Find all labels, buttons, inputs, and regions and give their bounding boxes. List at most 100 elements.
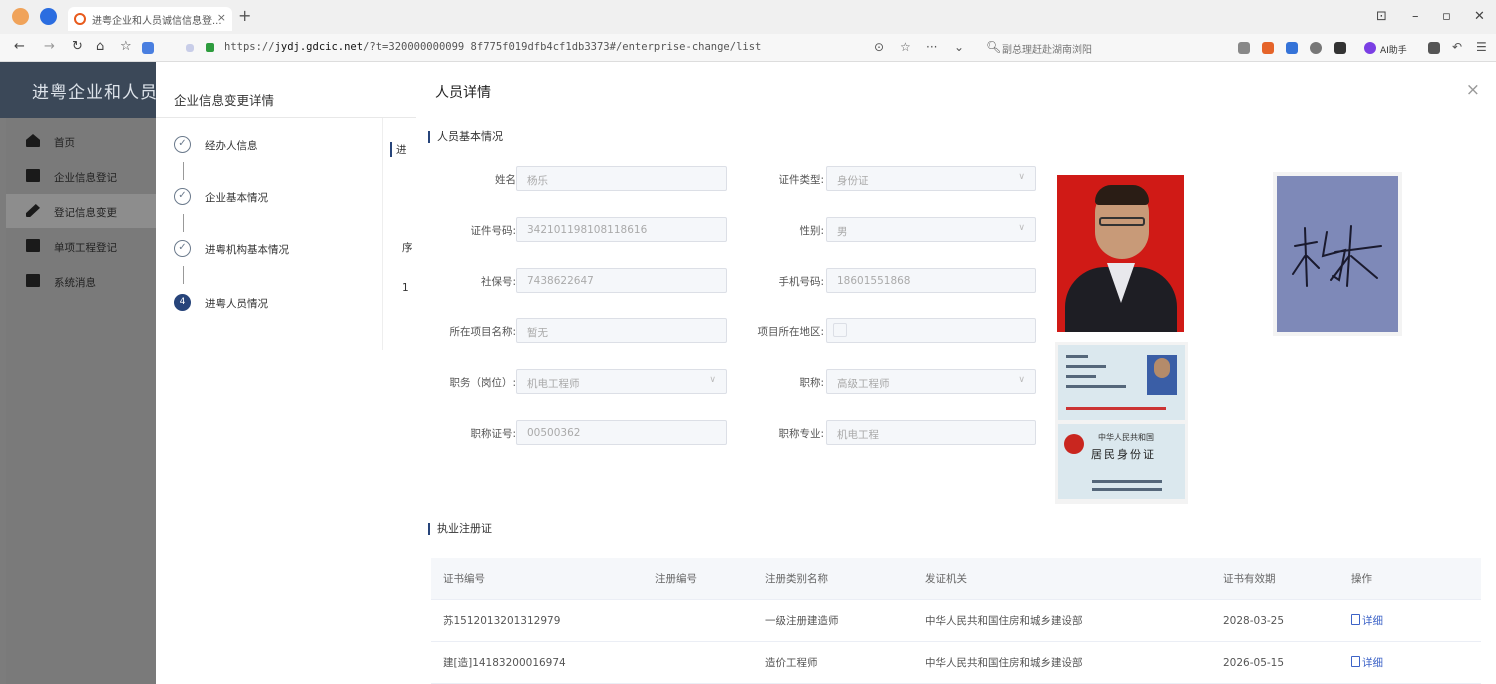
browser-logo-icon[interactable] bbox=[40, 8, 57, 25]
enterprise-change-dialog: 企业信息变更详情 ✓ 经办人信息 ✓ 企业基本情况 ✓ 进粤机构基本情况 4 进… bbox=[156, 62, 426, 684]
clipboard-icon bbox=[26, 239, 40, 252]
window-close-icon[interactable]: ✕ bbox=[1474, 9, 1485, 24]
sidebar-item-home[interactable]: 首页 bbox=[6, 124, 156, 158]
site-favicon-icon bbox=[74, 13, 86, 25]
cell-cert-number: 建[造]14183200016974 bbox=[443, 657, 566, 669]
step-check-icon: ✓ bbox=[174, 188, 191, 205]
id-number-field[interactable]: 342101198108118616 bbox=[516, 217, 727, 242]
ai-assistant-label[interactable]: AI助手 bbox=[1380, 43, 1407, 56]
sidebar-item-messages[interactable]: 系统消息 bbox=[6, 264, 156, 298]
title-value: 高级工程师 bbox=[837, 378, 890, 390]
extension-icon[interactable] bbox=[142, 42, 154, 54]
phone-field[interactable]: 18601551868 bbox=[826, 268, 1036, 293]
menu-icon[interactable]: ☰ bbox=[1476, 40, 1487, 54]
id-card-photo bbox=[1147, 355, 1177, 395]
signature-background bbox=[1277, 176, 1398, 332]
new-tab-button[interactable]: + bbox=[238, 6, 251, 25]
home-icon bbox=[26, 134, 40, 147]
reload-icon[interactable]: ↻ bbox=[72, 39, 83, 54]
major-field[interactable]: 机电工程 bbox=[826, 420, 1036, 445]
cell-reg-category: 造价工程师 bbox=[765, 657, 818, 669]
id-number-label: 证件号码: bbox=[470, 225, 516, 237]
table-header-row: 证书编号 注册编号 注册类别名称 发证机关 证书有效期 操作 bbox=[431, 558, 1481, 600]
browser-tab[interactable]: 进粤企业和人员诚信信息登... × bbox=[68, 7, 232, 31]
location-icon[interactable]: ⊙ bbox=[874, 40, 884, 54]
title-cert-field[interactable]: 00500362 bbox=[516, 420, 727, 445]
site-info-icon[interactable] bbox=[186, 44, 194, 52]
signature-image[interactable] bbox=[1273, 172, 1402, 336]
address-bar: ← → ↻ ⌂ ☆ https://jydj.gdcic.net/?t=3200… bbox=[0, 34, 1496, 62]
step-check-icon: ✓ bbox=[174, 136, 191, 153]
chevron-down-icon: ∨ bbox=[1018, 223, 1025, 233]
minimize-icon[interactable]: – bbox=[1412, 9, 1419, 24]
region-checkbox[interactable] bbox=[833, 323, 847, 337]
forward-icon[interactable]: → bbox=[44, 39, 55, 54]
project-name-field[interactable]: 暂无 bbox=[516, 318, 727, 343]
project-region-field[interactable] bbox=[826, 318, 1036, 343]
favorite-icon[interactable]: ☆ bbox=[900, 40, 911, 54]
gender-select[interactable]: 男 ∨ bbox=[826, 217, 1036, 242]
sidebar-item-project-register[interactable]: 单项工程登记 bbox=[6, 229, 156, 263]
cell-validity: 2028-03-25 bbox=[1223, 615, 1285, 627]
chevron-down-icon: ∨ bbox=[709, 375, 716, 385]
col-issuer: 发证机关 bbox=[925, 573, 967, 585]
chevron-down-icon: ∨ bbox=[1018, 172, 1025, 182]
step-label: 经办人信息 bbox=[205, 140, 258, 152]
back-icon[interactable]: ← bbox=[14, 39, 25, 54]
detail-link[interactable]: 详细 bbox=[1351, 600, 1383, 642]
pin-icon[interactable]: ⊡ bbox=[1376, 9, 1387, 24]
name-label: 姓名 bbox=[495, 174, 516, 186]
gender-label: 性别: bbox=[799, 225, 824, 237]
title-select[interactable]: 高级工程师 ∨ bbox=[826, 369, 1036, 394]
title-cert-label: 职称证号: bbox=[470, 428, 516, 440]
building-icon bbox=[26, 169, 40, 182]
bookmark-star-icon[interactable]: ☆ bbox=[120, 39, 132, 54]
lock-icon bbox=[206, 43, 214, 52]
card-line bbox=[1092, 480, 1162, 483]
position-select[interactable]: 机电工程师 ∨ bbox=[516, 369, 727, 394]
sidebar-item-info-change[interactable]: 登记信息变更 bbox=[6, 194, 156, 228]
more-icon[interactable]: ··· bbox=[926, 40, 937, 54]
card-line bbox=[1066, 385, 1126, 388]
detail-link[interactable]: 详细 bbox=[1351, 642, 1383, 684]
person-photo[interactable] bbox=[1057, 175, 1184, 332]
id-card-image[interactable]: 中华人民共和国 居民身份证 bbox=[1055, 342, 1188, 504]
ai-assistant-icon[interactable] bbox=[1364, 42, 1376, 54]
extension-blue-icon[interactable] bbox=[1286, 42, 1298, 54]
extension-red-icon[interactable] bbox=[1262, 42, 1274, 54]
id-type-label: 证件类型: bbox=[778, 174, 824, 186]
id-card-country: 中华人民共和国 bbox=[1098, 433, 1154, 442]
col-reg-category: 注册类别名称 bbox=[765, 573, 828, 585]
card-line bbox=[1066, 375, 1096, 378]
table-row: 苏1512013201312979 一级注册建造师 中华人民共和国住房和城乡建设… bbox=[431, 600, 1481, 642]
tab-close-icon[interactable]: × bbox=[217, 11, 226, 24]
dropdown-chevron-icon[interactable]: ⌄ bbox=[954, 40, 964, 54]
name-field[interactable]: 杨乐 bbox=[516, 166, 727, 191]
step-check-icon: ✓ bbox=[174, 240, 191, 257]
card-line bbox=[1066, 355, 1088, 358]
section-title-basic: 人员基本情况 bbox=[428, 131, 503, 143]
search-icon: 🔍︎ bbox=[986, 40, 1002, 54]
url-input[interactable]: https://jydj.gdcic.net/?t=320000000099 8… bbox=[224, 41, 761, 53]
id-type-select[interactable]: 身份证 ∨ bbox=[826, 166, 1036, 191]
col-actions: 操作 bbox=[1351, 573, 1372, 585]
profile-avatar-icon[interactable] bbox=[12, 8, 29, 25]
extension-gray-icon[interactable] bbox=[1310, 42, 1322, 54]
sidebar-item-enterprise-register[interactable]: 企业信息登记 bbox=[6, 159, 156, 193]
cell-reg-category: 一级注册建造师 bbox=[765, 615, 839, 627]
detail-link-label: 详细 bbox=[1362, 615, 1383, 627]
restore-icon[interactable]: ▫ bbox=[1442, 9, 1451, 24]
sidebar-item-label: 首页 bbox=[54, 137, 75, 149]
search-input[interactable]: 副总理赶赴湖南浏阳 bbox=[1002, 41, 1092, 56]
puzzle-icon[interactable] bbox=[1334, 42, 1346, 54]
home-icon[interactable]: ⌂ bbox=[96, 39, 104, 54]
social-security-field[interactable]: 7438622647 bbox=[516, 268, 727, 293]
card-line bbox=[1092, 488, 1162, 491]
close-icon[interactable]: × bbox=[1466, 80, 1480, 100]
id-card-front bbox=[1058, 345, 1185, 420]
undo-icon[interactable]: ↶ bbox=[1452, 40, 1462, 54]
scissors-icon[interactable] bbox=[1238, 42, 1250, 54]
download-icon[interactable] bbox=[1428, 42, 1440, 54]
cell-issuer: 中华人民共和国住房和城乡建设部 bbox=[925, 615, 1083, 627]
detail-link-label: 详细 bbox=[1362, 657, 1383, 669]
